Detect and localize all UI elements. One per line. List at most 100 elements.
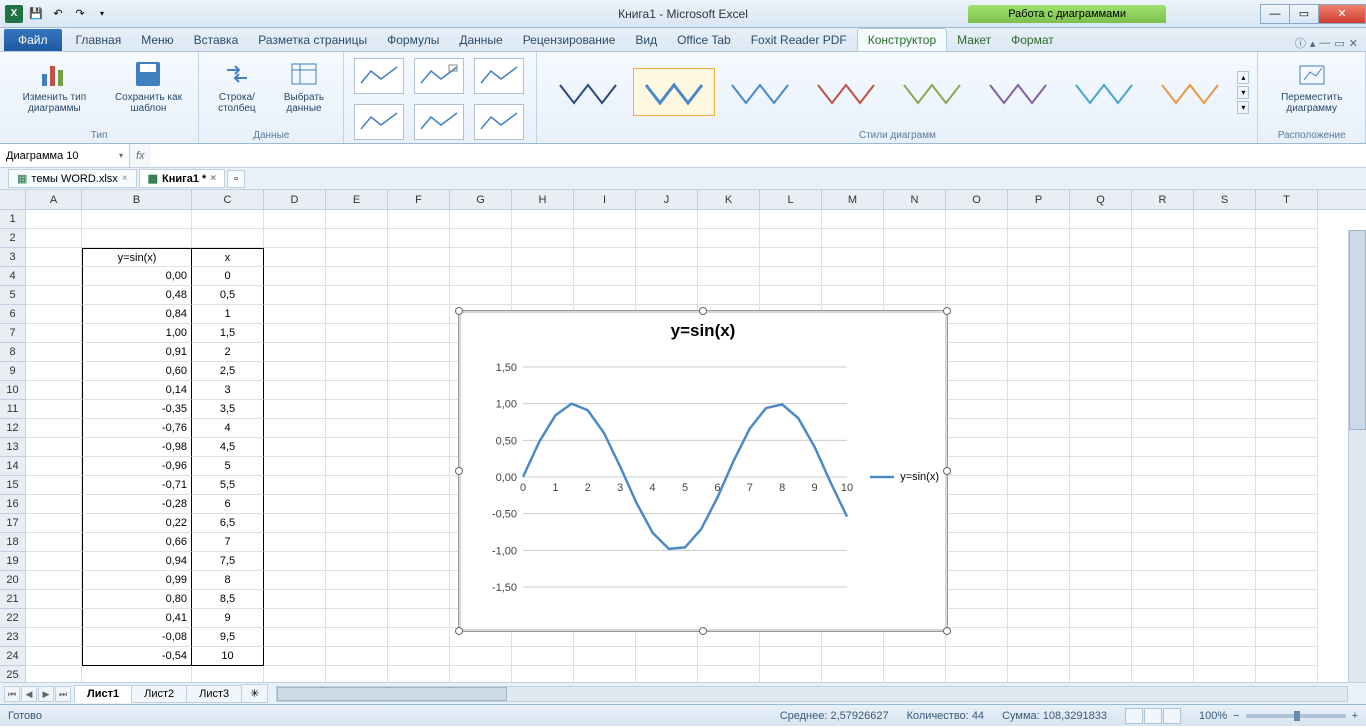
tab-design[interactable]: Конструктор xyxy=(857,28,947,51)
column-header[interactable]: T xyxy=(1256,190,1318,209)
cell[interactable] xyxy=(822,286,884,305)
cell[interactable] xyxy=(26,343,82,362)
column-header[interactable]: M xyxy=(822,190,884,209)
doc-restore-icon[interactable]: ▭ xyxy=(1334,37,1344,50)
row-header[interactable]: 10 xyxy=(0,381,25,400)
cell[interactable] xyxy=(26,666,82,682)
select-all-corner[interactable] xyxy=(0,190,26,210)
cell[interactable] xyxy=(1008,267,1070,286)
sheet-nav-first-icon[interactable]: ⏮ xyxy=(4,686,20,702)
cell[interactable] xyxy=(1008,628,1070,647)
cell[interactable] xyxy=(264,438,326,457)
cell[interactable] xyxy=(326,571,388,590)
cell[interactable] xyxy=(946,590,1008,609)
cell[interactable] xyxy=(760,286,822,305)
cell[interactable] xyxy=(1070,400,1132,419)
cell[interactable] xyxy=(450,666,512,682)
cell[interactable] xyxy=(26,514,82,533)
cell[interactable] xyxy=(636,286,698,305)
cell[interactable] xyxy=(946,533,1008,552)
row-header[interactable]: 17 xyxy=(0,514,25,533)
close-tab-icon[interactable]: × xyxy=(122,173,128,184)
cell[interactable]: 0,41 xyxy=(82,609,192,628)
cell[interactable]: 7 xyxy=(192,533,264,552)
cell[interactable] xyxy=(1256,362,1318,381)
cell[interactable] xyxy=(264,514,326,533)
cell[interactable] xyxy=(388,343,450,362)
cell[interactable] xyxy=(26,286,82,305)
cell[interactable] xyxy=(26,267,82,286)
cell[interactable] xyxy=(1194,324,1256,343)
cell[interactable] xyxy=(82,210,192,229)
cell[interactable] xyxy=(1008,305,1070,324)
row-header[interactable]: 9 xyxy=(0,362,25,381)
cell[interactable] xyxy=(946,248,1008,267)
cell[interactable] xyxy=(884,647,946,666)
cell[interactable] xyxy=(1070,267,1132,286)
cell[interactable] xyxy=(1132,514,1194,533)
cell[interactable] xyxy=(264,362,326,381)
row-header[interactable]: 19 xyxy=(0,552,25,571)
cell[interactable] xyxy=(1008,647,1070,666)
chart-legend[interactable]: y=sin(x) xyxy=(870,471,939,483)
doc-tab-book1[interactable]: ▦ Книга1 * × xyxy=(139,169,226,188)
ribbon-minimize-icon[interactable]: ▴ xyxy=(1310,37,1316,50)
row-header[interactable]: 16 xyxy=(0,495,25,514)
chart-style-option[interactable] xyxy=(547,68,629,116)
column-header[interactable]: E xyxy=(326,190,388,209)
cell[interactable] xyxy=(388,267,450,286)
row-header[interactable]: 11 xyxy=(0,400,25,419)
cell[interactable] xyxy=(946,552,1008,571)
cell[interactable] xyxy=(264,305,326,324)
sheet-nav-prev-icon[interactable]: ◀ xyxy=(21,686,37,702)
maximize-button[interactable]: ▭ xyxy=(1289,4,1319,24)
cell[interactable] xyxy=(388,609,450,628)
cell[interactable] xyxy=(1070,533,1132,552)
save-icon[interactable]: 💾 xyxy=(26,4,46,24)
embedded-chart[interactable]: y=sin(x) -1,50-1,00-0,500,000,501,001,50… xyxy=(458,310,948,632)
cell[interactable] xyxy=(326,305,388,324)
row-header[interactable]: 3 xyxy=(0,248,25,267)
cell[interactable]: 1,5 xyxy=(192,324,264,343)
cell[interactable] xyxy=(1008,571,1070,590)
cell[interactable] xyxy=(946,514,1008,533)
cell[interactable]: -0,98 xyxy=(82,438,192,457)
cell[interactable] xyxy=(388,476,450,495)
cell[interactable] xyxy=(698,647,760,666)
cell[interactable] xyxy=(264,343,326,362)
cell[interactable] xyxy=(1008,476,1070,495)
cell[interactable] xyxy=(884,248,946,267)
cell[interactable] xyxy=(264,533,326,552)
cell[interactable] xyxy=(822,647,884,666)
cell[interactable] xyxy=(326,438,388,457)
cell[interactable] xyxy=(26,628,82,647)
cell[interactable] xyxy=(1008,324,1070,343)
cell[interactable] xyxy=(1132,400,1194,419)
row-header[interactable]: 25 xyxy=(0,666,25,682)
cell[interactable] xyxy=(822,210,884,229)
styles-more-icon[interactable]: ▾ xyxy=(1237,101,1249,114)
cell[interactable] xyxy=(264,590,326,609)
cell[interactable] xyxy=(326,552,388,571)
cell[interactable] xyxy=(1132,666,1194,682)
chart-layout-option[interactable] xyxy=(474,58,524,94)
cell[interactable] xyxy=(388,438,450,457)
cell[interactable] xyxy=(574,267,636,286)
column-header[interactable]: P xyxy=(1008,190,1070,209)
cell[interactable] xyxy=(946,666,1008,682)
resize-handle[interactable] xyxy=(455,307,463,315)
cell[interactable] xyxy=(1132,324,1194,343)
cell[interactable] xyxy=(1194,514,1256,533)
cell[interactable] xyxy=(760,647,822,666)
row-header[interactable]: 12 xyxy=(0,419,25,438)
cell[interactable] xyxy=(636,229,698,248)
cell[interactable]: 0 xyxy=(192,267,264,286)
cell[interactable] xyxy=(1132,362,1194,381)
cell[interactable] xyxy=(698,248,760,267)
cell[interactable] xyxy=(822,267,884,286)
tab-data[interactable]: Данные xyxy=(449,29,512,51)
cell[interactable]: -0,96 xyxy=(82,457,192,476)
cell[interactable] xyxy=(1194,248,1256,267)
cell[interactable]: 2,5 xyxy=(192,362,264,381)
cell[interactable] xyxy=(1256,267,1318,286)
